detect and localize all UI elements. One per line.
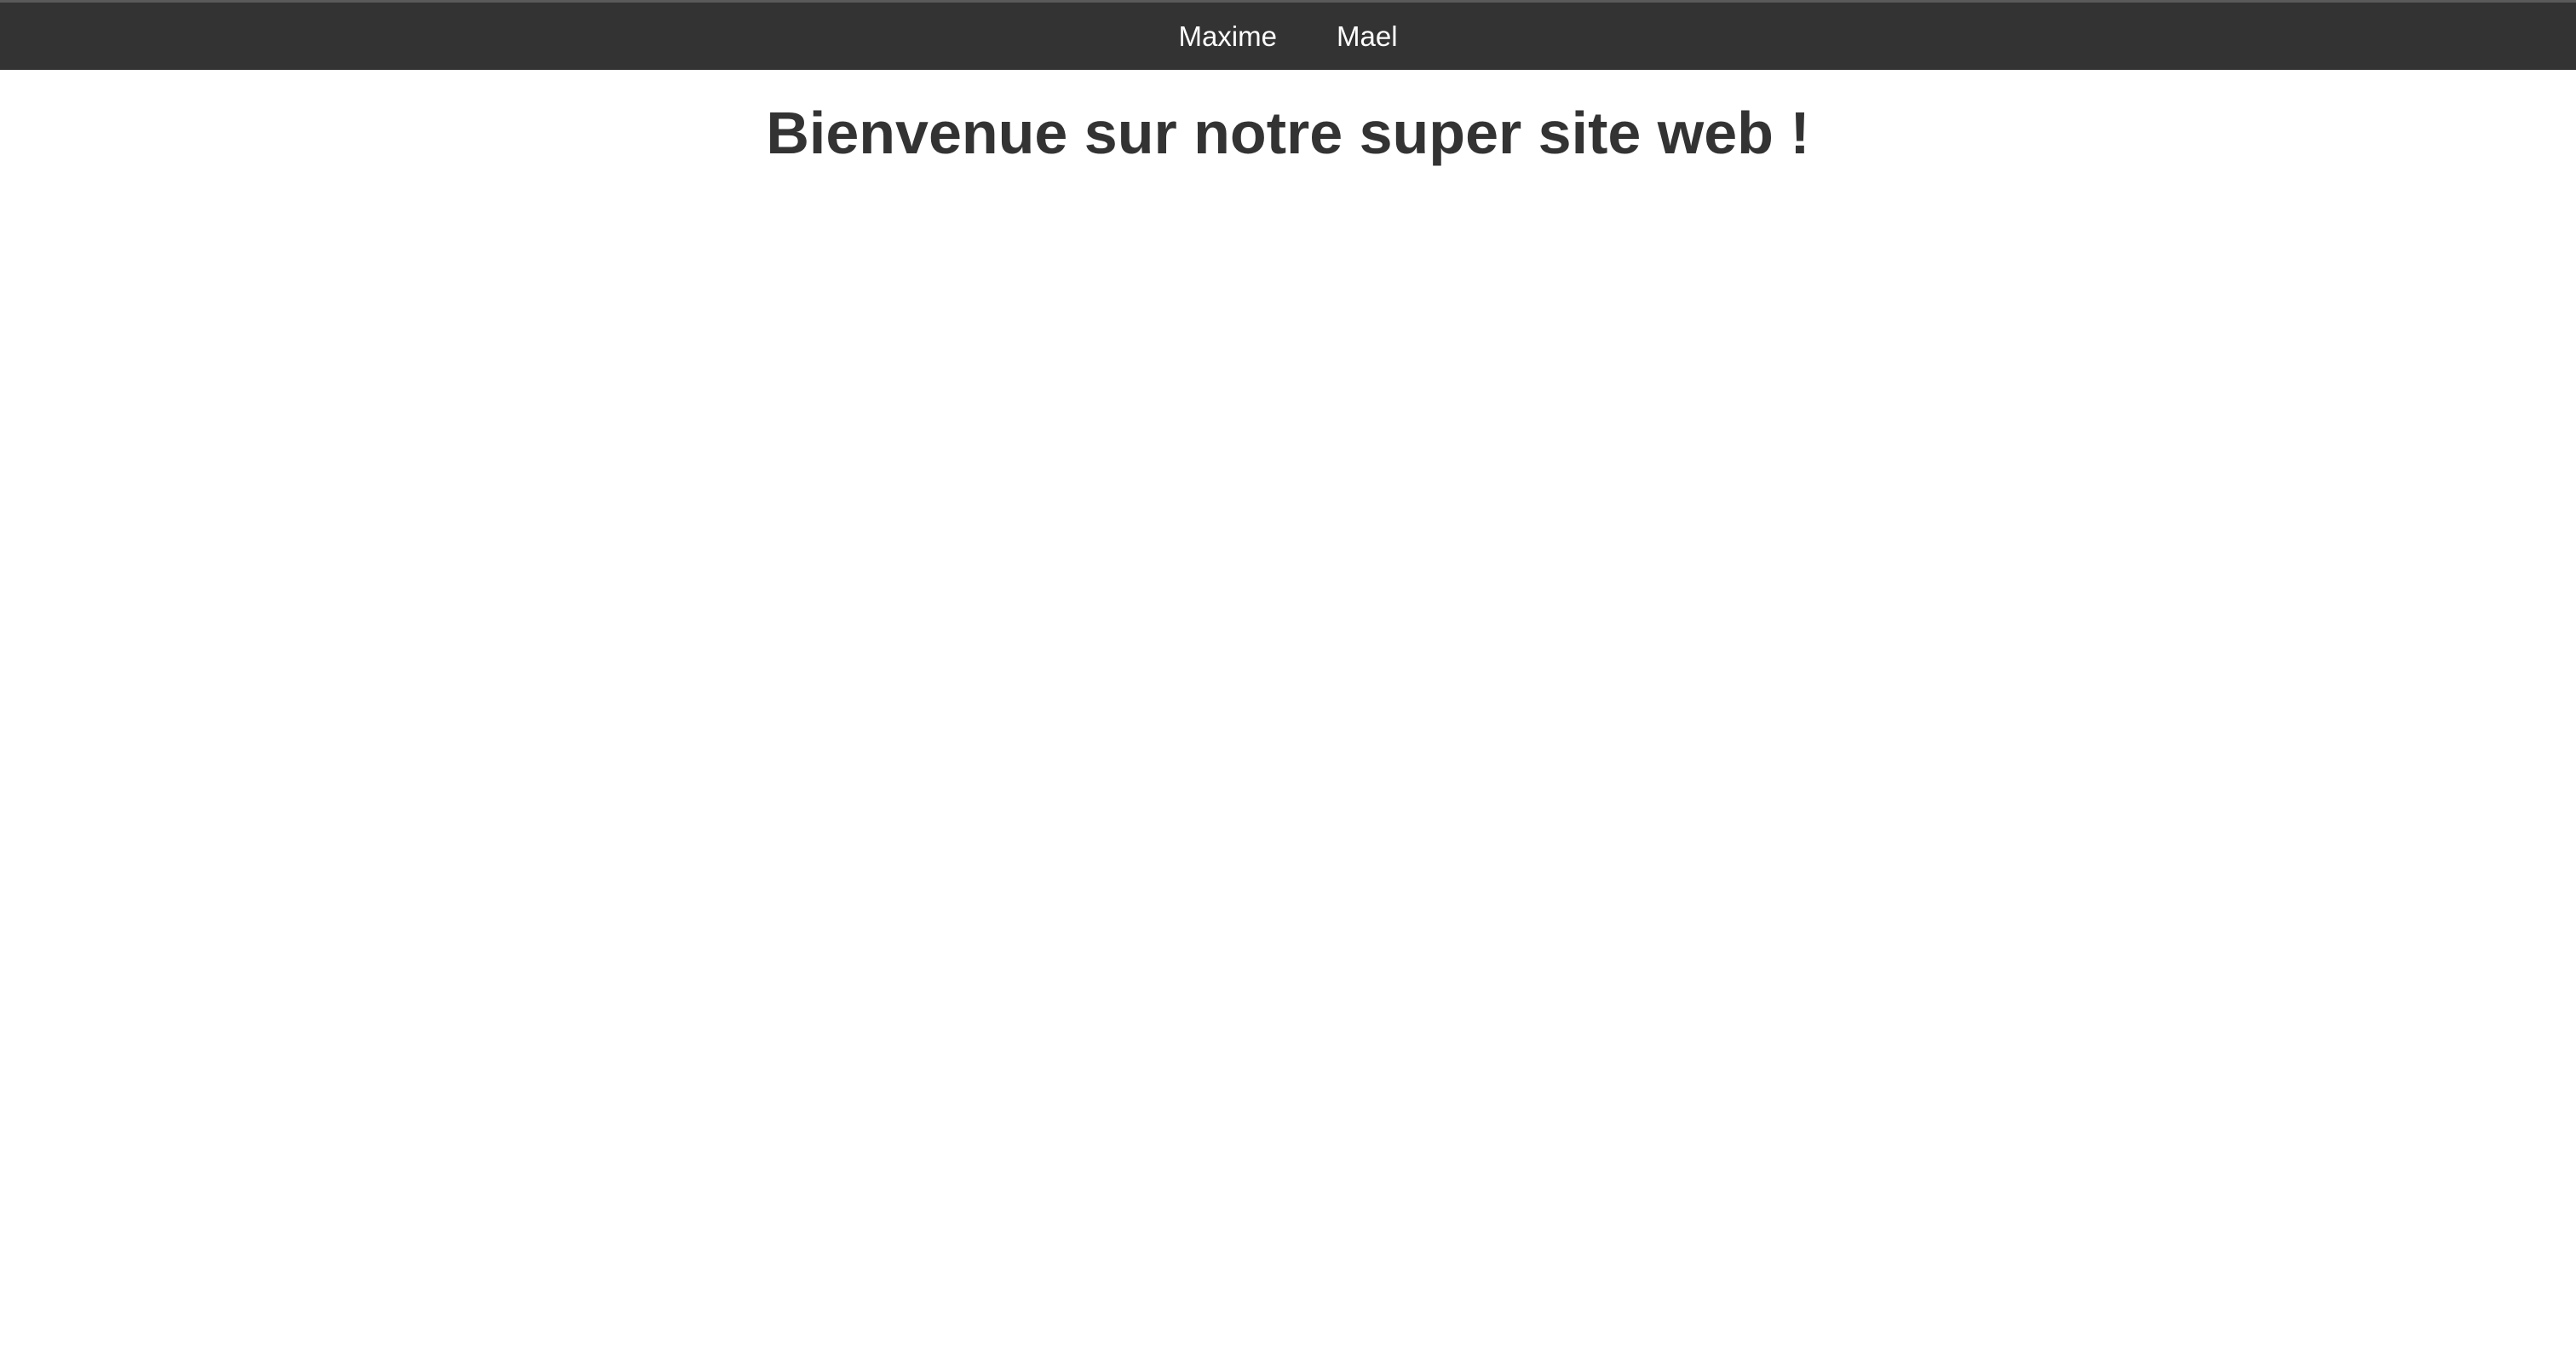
top-navigation-bar: Maxime Mael bbox=[0, 0, 2576, 70]
page-title: Bienvenue sur notre super site web ! bbox=[766, 100, 1810, 166]
nav-link-maxime[interactable]: Maxime bbox=[1148, 3, 1307, 70]
main-nav: Maxime Mael bbox=[0, 3, 2576, 70]
nav-link-mael[interactable]: Mael bbox=[1307, 3, 1428, 70]
